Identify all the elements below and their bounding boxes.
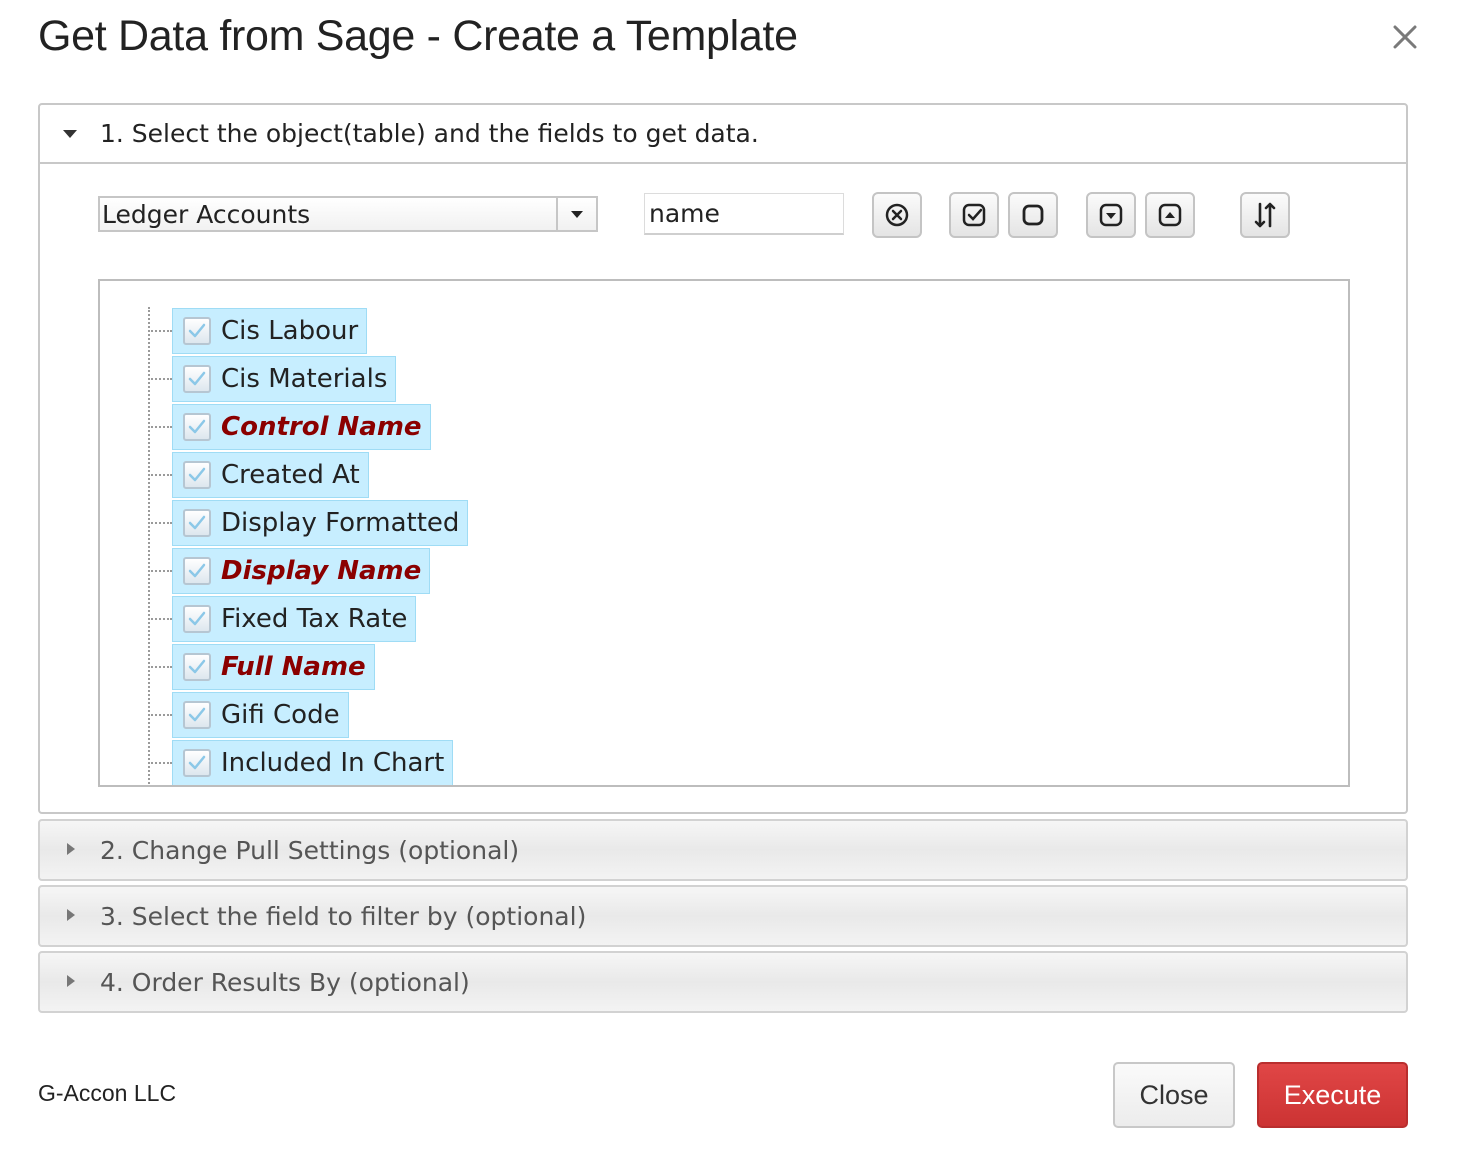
triangle-right-icon [66, 907, 78, 926]
checkbox-checked-icon[interactable] [183, 365, 211, 393]
checkbox-checked-icon[interactable] [183, 749, 211, 777]
field-label: Included In Chart [221, 748, 445, 778]
field-chip[interactable]: Display Formatted [172, 500, 469, 546]
tree-connector [148, 762, 172, 764]
field-label: Display Name [221, 556, 422, 586]
tree-field-item[interactable]: Included In Chart [148, 739, 454, 785]
checkbox-checked-icon[interactable] [183, 509, 211, 537]
chevron-down-icon[interactable] [556, 198, 596, 230]
tree-field-item[interactable]: Full Name [148, 643, 375, 691]
expand-down-icon [1099, 203, 1123, 227]
tree-connector [148, 426, 172, 428]
object-select-value: Ledger Accounts [102, 199, 311, 229]
field-label: Gifi Code [221, 700, 340, 730]
check-all-icon [962, 203, 986, 227]
expand-all-button[interactable] [1086, 192, 1136, 238]
tree-field-item[interactable]: Display Name [148, 547, 431, 595]
field-label: Cis Materials [221, 364, 388, 394]
tree-field-item[interactable]: Created At [148, 451, 369, 499]
section-select-object: 1. Select the object(table) and the fiel… [38, 103, 1408, 814]
field-chip[interactable]: Display Name [172, 548, 431, 594]
clear-search-button[interactable] [872, 192, 922, 238]
company-name: G-Accon LLC [38, 1080, 177, 1106]
tree-connector [148, 522, 172, 524]
section-filter[interactable]: 3. Select the field to filter by (option… [38, 885, 1408, 947]
section-2-label: 2. Change Pull Settings (optional) [100, 835, 520, 865]
checkbox-checked-icon[interactable] [183, 317, 211, 345]
section-order-by[interactable]: 4. Order Results By (optional) [38, 951, 1408, 1013]
field-tree: Cis Labour Cis Materials Control Name Creat… [98, 279, 1350, 787]
clear-icon [885, 203, 909, 227]
close-icon[interactable] [1388, 20, 1422, 54]
section-1-header[interactable]: 1. Select the object(table) and the fiel… [40, 105, 1406, 164]
field-label: Fixed Tax Rate [221, 604, 408, 634]
tree-field-item[interactable]: Gifi Code [148, 691, 349, 739]
field-chip[interactable]: Created At [172, 452, 369, 498]
field-search-input[interactable] [644, 193, 844, 235]
tree-field-item[interactable]: Fixed Tax Rate [148, 595, 417, 643]
section-3-label: 3. Select the field to filter by (option… [100, 901, 587, 931]
tree-connector [148, 570, 172, 572]
tree-connector [148, 378, 172, 380]
tree-field-item[interactable]: Cis Labour [148, 307, 368, 355]
field-label: Control Name [221, 412, 422, 442]
uncheck-all-icon [1022, 204, 1044, 226]
execute-button[interactable]: Execute [1257, 1062, 1408, 1128]
checkbox-checked-icon[interactable] [183, 557, 211, 585]
section-1-label: 1. Select the object(table) and the fiel… [100, 119, 759, 148]
triangle-right-icon [66, 841, 78, 860]
sort-button[interactable] [1240, 192, 1290, 238]
check-all-button[interactable] [949, 192, 999, 238]
triangle-down-icon [62, 124, 78, 143]
checkbox-checked-icon[interactable] [183, 461, 211, 489]
field-label: Cis Labour [221, 316, 359, 346]
field-chip[interactable]: Included In Chart [172, 740, 454, 785]
triangle-right-icon [66, 973, 78, 992]
field-label: Full Name [221, 652, 366, 682]
tree-connector [148, 618, 172, 620]
tree-connector [148, 330, 172, 332]
field-chip[interactable]: Fixed Tax Rate [172, 596, 417, 642]
tree-connector [148, 474, 172, 476]
checkbox-checked-icon[interactable] [183, 605, 211, 633]
section-pull-settings[interactable]: 2. Change Pull Settings (optional) [38, 819, 1408, 881]
collapse-all-button[interactable] [1145, 192, 1195, 238]
checkbox-checked-icon[interactable] [183, 413, 211, 441]
checkbox-checked-icon[interactable] [183, 701, 211, 729]
tree-field-item[interactable]: Control Name [148, 403, 431, 451]
field-chip[interactable]: Gifi Code [172, 692, 349, 738]
close-button[interactable]: Close [1113, 1062, 1235, 1128]
tree-connector [148, 666, 172, 668]
field-chip[interactable]: Full Name [172, 644, 375, 690]
field-chip[interactable]: Control Name [172, 404, 431, 450]
dialog-title: Get Data from Sage - Create a Template [38, 12, 798, 60]
tree-connector [148, 714, 172, 716]
collapse-up-icon [1158, 203, 1182, 227]
object-select[interactable]: Ledger Accounts [98, 196, 598, 232]
tree-field-item[interactable]: Display Formatted [148, 499, 469, 547]
checkbox-checked-icon[interactable] [183, 653, 211, 681]
section-4-label: 4. Order Results By (optional) [100, 967, 470, 997]
sort-icon [1254, 202, 1276, 228]
field-chip[interactable]: Cis Materials [172, 356, 397, 402]
field-label: Display Formatted [221, 508, 460, 538]
uncheck-all-button[interactable] [1008, 192, 1058, 238]
field-label: Created At [221, 460, 360, 490]
field-chip[interactable]: Cis Labour [172, 308, 368, 354]
tree-field-item[interactable]: Cis Materials [148, 355, 397, 403]
